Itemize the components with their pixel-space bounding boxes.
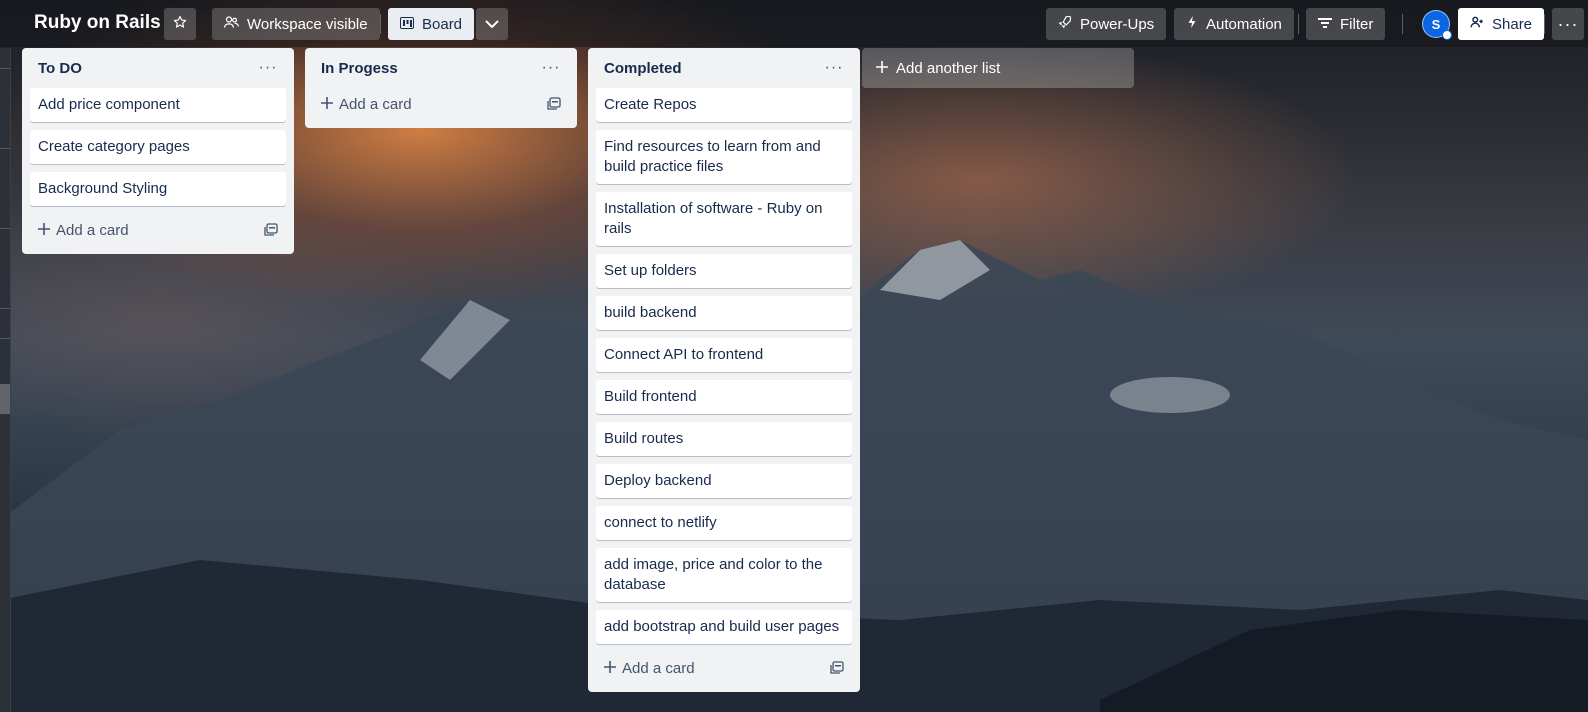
card[interactable]: Create Repos	[596, 88, 852, 122]
card[interactable]: add bootstrap and build user pages	[596, 610, 852, 644]
star-button[interactable]	[164, 8, 196, 40]
list-actions-icon[interactable]: ···	[258, 60, 278, 76]
admin-badge-icon	[1442, 30, 1452, 40]
view-switcher-button[interactable]	[476, 8, 508, 40]
power-ups-label: Power-Ups	[1080, 15, 1155, 33]
board-view-label: Board	[422, 15, 463, 33]
list-header: Completed ···	[596, 48, 852, 88]
card[interactable]: Build routes	[596, 422, 852, 456]
board-view-button[interactable]: Board	[388, 8, 475, 40]
list-completed: Completed ··· Create Repos Find resource…	[588, 48, 860, 692]
create-from-template-icon[interactable]	[830, 661, 844, 675]
add-card-label: Add a card	[339, 95, 412, 113]
people-icon	[224, 15, 239, 33]
more-horizontal-icon: ···	[1557, 14, 1579, 34]
board-header: Ruby on Rails Workspace visible Board Po…	[0, 0, 1588, 47]
add-card-row: Add a card	[30, 214, 286, 246]
list-actions-icon[interactable]: ···	[541, 60, 561, 76]
create-from-template-icon[interactable]	[547, 97, 561, 111]
lightning-icon	[1186, 15, 1198, 33]
add-card-button[interactable]: Add a card	[321, 96, 412, 113]
card[interactable]: Find resources to learn from and build p…	[596, 130, 852, 184]
member-avatar[interactable]: S	[1422, 10, 1452, 40]
plus-icon	[321, 96, 333, 113]
left-sidebar-rail[interactable]	[0, 48, 11, 712]
card[interactable]: Deploy backend	[596, 464, 852, 498]
board-icon	[400, 16, 414, 33]
add-another-list-button[interactable]: Add another list	[862, 48, 1134, 88]
filter-label: Filter	[1340, 15, 1374, 33]
card[interactable]: Set up folders	[596, 254, 852, 288]
avatar-initial: S	[1431, 16, 1441, 32]
list-title[interactable]: Completed	[604, 60, 682, 77]
power-ups-button[interactable]: Power-Ups	[1046, 8, 1167, 40]
automation-button[interactable]: Automation	[1174, 8, 1294, 40]
card[interactable]: connect to netlify	[596, 506, 852, 540]
list-header: To DO ···	[30, 48, 286, 88]
list-title[interactable]: In Progess	[321, 60, 398, 77]
plus-icon	[876, 60, 888, 77]
add-card-label: Add a card	[622, 659, 695, 677]
card[interactable]: Create category pages	[30, 130, 286, 164]
card[interactable]: add image, price and color to the databa…	[596, 548, 852, 602]
share-label: Share	[1492, 15, 1533, 33]
card[interactable]: Background Styling	[30, 172, 286, 206]
automation-label: Automation	[1206, 15, 1282, 33]
board-menu-button[interactable]: ···	[1552, 8, 1584, 40]
filter-icon	[1318, 16, 1332, 33]
visibility-label: Workspace visible	[247, 15, 368, 33]
add-list-label: Add another list	[896, 59, 1001, 77]
card[interactable]: Build frontend	[596, 380, 852, 414]
add-card-row: Add a card	[596, 652, 852, 684]
add-card-row: Add a card	[313, 88, 569, 120]
list-to-do: To DO ··· Add price component Create cat…	[22, 48, 294, 254]
person-add-icon	[1470, 15, 1484, 33]
visibility-button[interactable]: Workspace visible	[212, 8, 380, 40]
list-header: In Progess ···	[313, 48, 569, 88]
add-card-button[interactable]: Add a card	[604, 660, 695, 677]
create-from-template-icon[interactable]	[264, 223, 278, 237]
plus-icon	[604, 660, 616, 677]
filter-button[interactable]: Filter	[1306, 8, 1386, 40]
chevron-down-icon	[485, 16, 499, 33]
plus-icon	[38, 222, 50, 239]
card[interactable]: Connect API to frontend	[596, 338, 852, 372]
card[interactable]: build backend	[596, 296, 852, 330]
add-card-label: Add a card	[56, 221, 129, 239]
add-card-button[interactable]: Add a card	[38, 222, 129, 239]
star-icon	[173, 15, 187, 33]
rocket-icon	[1058, 15, 1072, 33]
list-in-progress: In Progess ··· Add a card	[305, 48, 577, 128]
card[interactable]: Installation of software - Ruby on rails	[596, 192, 852, 246]
share-button[interactable]: Share	[1458, 8, 1545, 40]
board-title[interactable]: Ruby on Rails	[34, 12, 161, 34]
list-title[interactable]: To DO	[38, 60, 82, 77]
card[interactable]: Add price component	[30, 88, 286, 122]
list-actions-icon[interactable]: ···	[824, 60, 844, 76]
